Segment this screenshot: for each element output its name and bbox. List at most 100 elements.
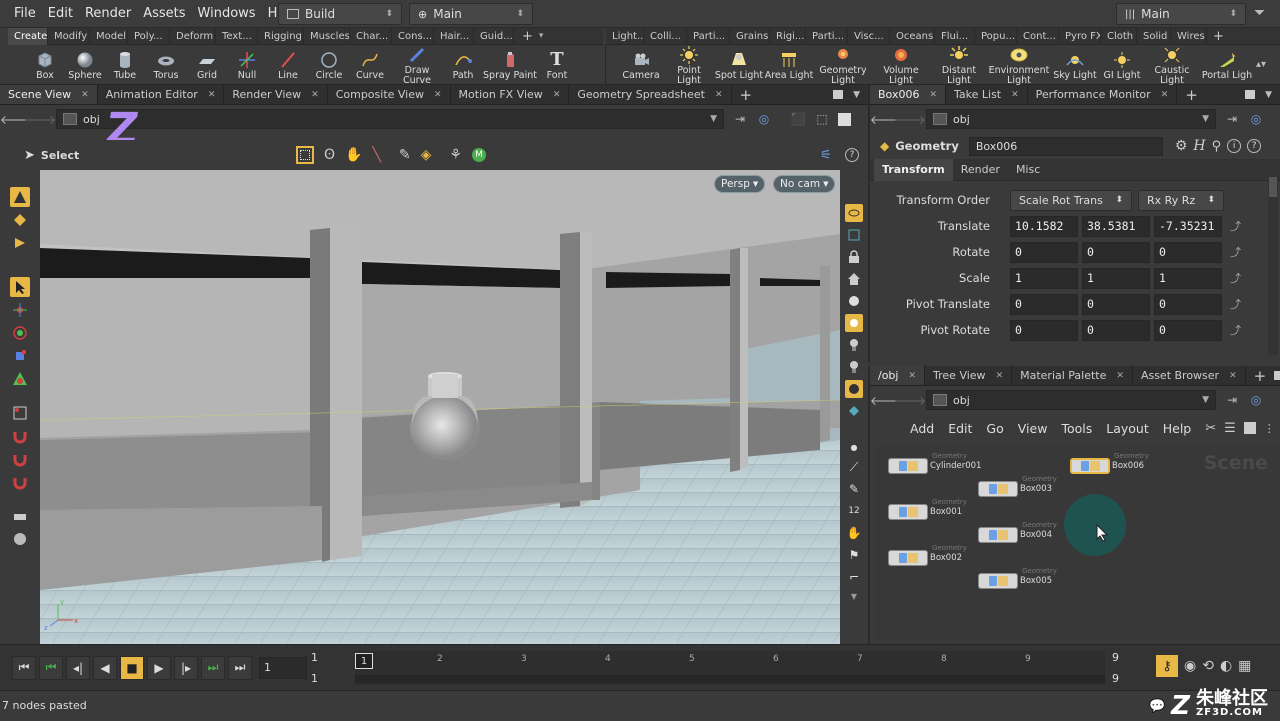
camera-mode-button[interactable]: Persp ▼ (714, 175, 766, 193)
shelf-tab-create[interactable]: Create (8, 27, 48, 45)
tool-tube[interactable]: Tube (105, 48, 145, 81)
display-options-icon[interactable]: ⚟ (820, 148, 832, 163)
tab-asset-browser[interactable]: Asset Browser ✕ (1133, 366, 1246, 385)
pane-menu-icon[interactable]: ▼ (1265, 90, 1272, 100)
menu-assets[interactable]: Assets (143, 6, 185, 21)
maximize-icon[interactable] (1245, 90, 1256, 99)
jump-start-icon[interactable]: ⏮ (12, 655, 36, 680)
translate-x-field[interactable]: 10.1582 (1010, 215, 1078, 237)
view-tool-icon[interactable] (10, 210, 30, 230)
sphere-tool-icon[interactable] (10, 529, 30, 549)
brush-tool-icon[interactable] (10, 506, 30, 526)
network-path-field[interactable]: obj ▼ (926, 390, 1216, 410)
secure-selection-icon[interactable]: ⚘ (449, 147, 462, 163)
scale-tool-icon[interactable] (10, 346, 30, 366)
tab-transform[interactable]: Transform (874, 158, 953, 181)
ghost-icon[interactable] (845, 226, 863, 244)
shelf-tab-fluids[interactable]: Flui... (935, 27, 975, 45)
viewer-path-field[interactable]: obj ▼ (56, 109, 724, 129)
laser-select-icon[interactable]: ╲ (372, 147, 380, 163)
white-square-icon[interactable] (838, 112, 851, 126)
shelf-tab-cons[interactable]: Cons... (392, 27, 434, 45)
pivot-translate-z-field[interactable]: 0 (1154, 293, 1222, 315)
pivot-rotate-y-field[interactable]: 0 (1082, 319, 1150, 341)
node-name-field[interactable]: Box006 (968, 136, 1163, 156)
link-icon[interactable]: ◎ (1248, 392, 1264, 408)
lasso-select-icon[interactable]: ʘ (324, 147, 335, 163)
magnet-grid-icon[interactable] (10, 426, 30, 446)
tool-sky-light[interactable]: Sky Light (1050, 48, 1100, 81)
pin-icon[interactable]: ⇥ (1224, 111, 1240, 127)
current-frame-field[interactable]: 1 (259, 656, 307, 679)
start-frame-field[interactable]: 1 (311, 651, 355, 664)
shelf-tab-wires[interactable]: Wires (1171, 27, 1207, 45)
shading-icon[interactable] (845, 380, 863, 398)
forward-arrow-icon[interactable]: 🡒 (24, 111, 56, 127)
pivot-translate-x-field[interactable]: 0 (1010, 293, 1078, 315)
tool-null[interactable]: Null (227, 48, 267, 81)
dot-icon[interactable]: ● (845, 440, 863, 454)
display-points-icon[interactable] (845, 204, 863, 222)
param-path-field[interactable]: obj ▼ (926, 109, 1216, 129)
scene-viewport[interactable]: x y z Persp ▼ No cam ▼ (40, 170, 840, 644)
close-icon[interactable]: ✕ (208, 90, 216, 100)
light-bulb-icon[interactable] (845, 336, 863, 354)
shelf-tab-viscous[interactable]: Visc... (848, 27, 890, 45)
close-icon[interactable]: ✕ (81, 90, 89, 100)
menu-file[interactable]: File (14, 6, 36, 21)
shelf-tab-oceans[interactable]: Oceans (890, 27, 935, 45)
shelf-tab-deform[interactable]: Deform (170, 27, 216, 45)
menu-add[interactable]: Add (910, 421, 934, 436)
tab-scene-view[interactable]: Scene View ✕ (0, 85, 98, 104)
shelf-tab-particle-fluids[interactable]: Parti... (806, 27, 848, 45)
shelf-tab-collisions[interactable]: Colli... (644, 27, 687, 45)
scale-x-field[interactable]: 1 (1010, 267, 1078, 289)
pane-menu-icon[interactable]: ▼ (853, 90, 860, 100)
close-icon[interactable]: ✕ (553, 90, 561, 100)
settings-icon[interactable]: ▦ (1238, 658, 1251, 674)
pivot-rotate-z-field[interactable]: 0 (1154, 319, 1222, 341)
menu-edit[interactable]: Edit (48, 6, 73, 21)
rotate-tool-icon[interactable] (10, 323, 30, 343)
node-box002[interactable]: Geometry Box002 (888, 544, 967, 566)
tool-spray-paint[interactable]: Spray Paint (483, 48, 537, 81)
pin-icon[interactable]: ⇥ (732, 111, 748, 127)
paint-bucket-icon[interactable] (845, 402, 863, 420)
add-tab-icon[interactable]: + (732, 85, 761, 104)
tab-composite-view[interactable]: Composite View ✕ (328, 85, 451, 104)
menu-render[interactable]: Render (85, 6, 131, 21)
tool-geometry-light[interactable]: Geometry Light (814, 43, 872, 86)
menu-help[interactable]: Help (1163, 421, 1192, 436)
shelf-tab-particles[interactable]: Parti... (687, 27, 730, 45)
network-editor-canvas[interactable]: Scene Geometry Cylinder001 Geometry Box003… (874, 446, 1280, 640)
headlight-icon[interactable] (845, 314, 863, 332)
camera-select-button[interactable]: No cam ▼ (773, 175, 836, 193)
add-tab-icon[interactable]: + (1246, 366, 1275, 385)
link-icon[interactable]: ◎ (756, 111, 772, 127)
rotate-order-dropdown[interactable]: Rx Ry Rz ⬍ (1138, 189, 1224, 211)
tab-motion-fx-view[interactable]: Motion FX View ✕ (451, 85, 570, 104)
end-frame-2-field[interactable]: 9 (1112, 672, 1142, 685)
tool-gi-light[interactable]: GI Light (1100, 48, 1144, 81)
brush-select-icon[interactable]: ✋ (345, 147, 362, 163)
tab-animation-editor[interactable]: Animation Editor ✕ (98, 85, 225, 104)
geometry-mode-icon[interactable]: M (471, 148, 486, 162)
tool-draw-curve[interactable]: Draw Curve (391, 43, 443, 86)
channel-icon[interactable]: ⤴ (1230, 270, 1241, 286)
flag-icon[interactable]: ⚑ (845, 546, 863, 564)
shelf-tab-guid[interactable]: Guid... (474, 27, 514, 45)
more-icon[interactable]: ⋮ (1264, 422, 1275, 435)
node-box003[interactable]: Geometry Box003 (978, 475, 1057, 497)
tree-icon[interactable]: ☰ (1224, 421, 1236, 436)
timeline-ruler[interactable]: 1 2 3 4 5 6 7 8 9 (355, 651, 1105, 685)
tab-obj[interactable]: /obj ✕ (870, 366, 926, 385)
tool-point-light[interactable]: Point Light (664, 43, 714, 86)
light-bulb-2-icon[interactable] (845, 358, 863, 376)
scroll-down-icon[interactable]: ▼ (845, 590, 863, 602)
view-options-icon[interactable]: ⬚ (814, 111, 830, 127)
node-box004[interactable]: Geometry Box004 (978, 521, 1057, 543)
realtime-icon[interactable]: ◉ (1184, 658, 1196, 674)
tool-environment-light[interactable]: Environment Light (988, 43, 1050, 86)
tool-caustic-light[interactable]: Caustic Light (1144, 43, 1200, 86)
node-cylinder001[interactable]: Geometry Cylinder001 (888, 452, 981, 474)
